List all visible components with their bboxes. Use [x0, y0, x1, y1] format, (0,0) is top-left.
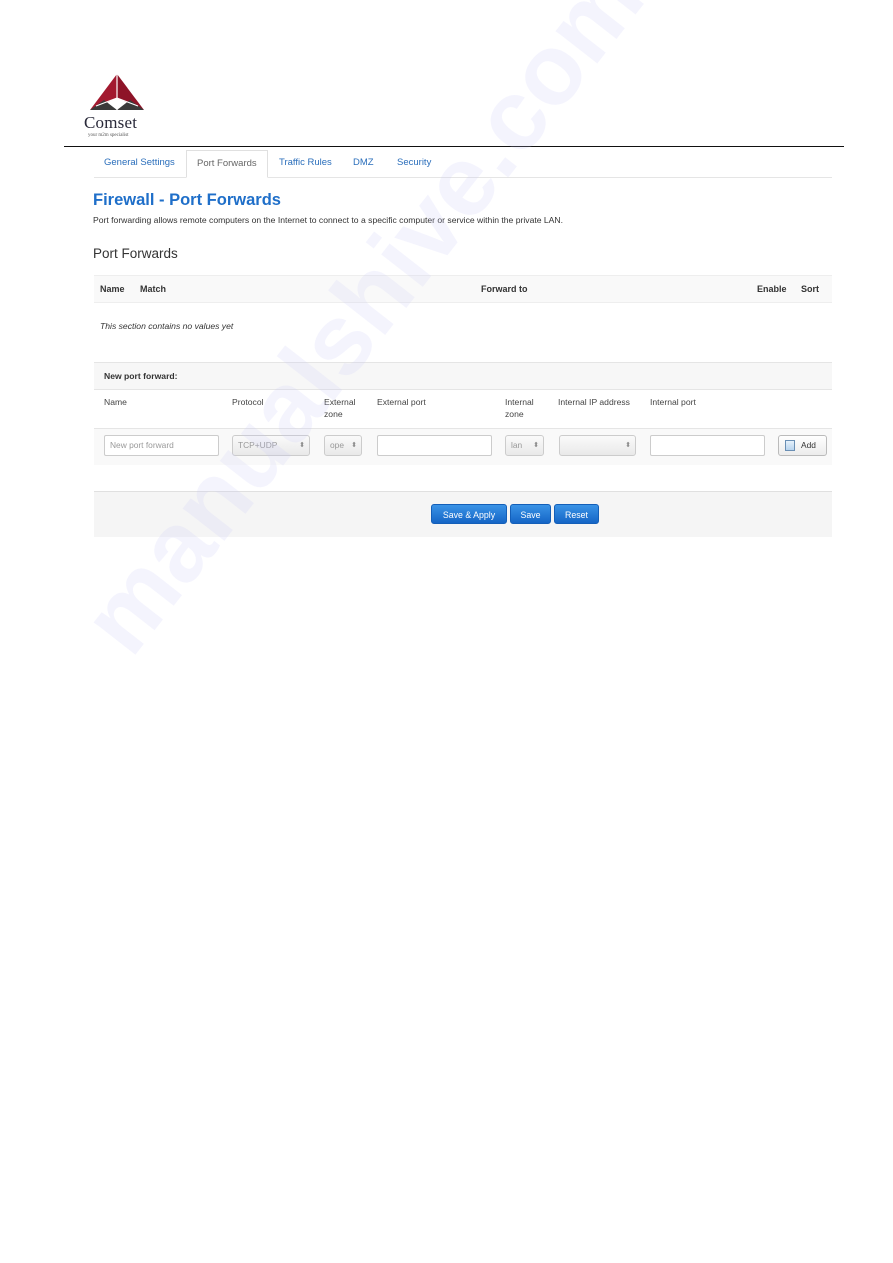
logo-triangle-icon — [90, 74, 144, 110]
column-enable: Enable — [757, 284, 787, 294]
external-port-input[interactable] — [377, 435, 492, 456]
page-title: Firewall - Port Forwards — [93, 191, 281, 209]
new-port-forward-header: New port forward: — [94, 362, 832, 390]
column-name: Name — [100, 284, 125, 294]
new-port-forward-section: New port forward: Name Protocol External… — [94, 362, 832, 465]
tab-port-forwards[interactable]: Port Forwards — [186, 150, 268, 178]
tab-traffic-rules[interactable]: Traffic Rules — [269, 150, 342, 177]
page-description: Port forwarding allows remote computers … — [93, 215, 564, 225]
new-port-forward-form-row: New port forward TCP+UDP ⬍ ope ⬍ lan ⬍ ⬍… — [94, 428, 832, 465]
label-external-zone-line2: zone — [324, 409, 343, 419]
label-internal-port: Internal port — [650, 397, 696, 407]
select-arrows-icon: ⬍ — [533, 442, 539, 449]
tab-dmz[interactable]: DMZ — [343, 150, 384, 177]
comset-logo: Comset your m2m specialist — [84, 72, 154, 142]
column-forward-to: Forward to — [481, 284, 528, 294]
internal-zone-select[interactable]: lan ⬍ — [505, 435, 544, 456]
label-external-zone-line1: External — [324, 397, 356, 407]
label-protocol: Protocol — [232, 397, 264, 407]
internal-zone-value: lan — [511, 440, 523, 450]
add-document-icon — [785, 440, 795, 451]
column-sort: Sort — [801, 284, 819, 294]
logo-name: Comset — [84, 113, 138, 132]
save-button[interactable]: Save — [510, 504, 551, 524]
label-external-zone: External zone — [324, 396, 356, 420]
label-internal-zone: Internal zone — [505, 396, 534, 420]
external-zone-select[interactable]: ope ⬍ — [324, 435, 362, 456]
label-name: Name — [104, 397, 127, 407]
select-arrows-icon: ⬍ — [299, 442, 305, 449]
tab-bar: General Settings Port Forwards Traffic R… — [94, 150, 832, 178]
label-internal-zone-line2: zone — [505, 409, 524, 419]
reset-button[interactable]: Reset — [554, 504, 599, 524]
action-bar: Save & Apply Save Reset — [94, 491, 832, 537]
protocol-select[interactable]: TCP+UDP ⬍ — [232, 435, 310, 456]
table-header: Name Match Forward to Enable Sort — [94, 275, 832, 303]
tab-security[interactable]: Security — [387, 150, 441, 177]
header-divider — [64, 146, 844, 147]
add-button-label: Add — [801, 440, 816, 450]
select-arrows-icon: ⬍ — [351, 442, 357, 449]
logo-tagline: your m2m specialist — [88, 133, 129, 138]
section-title: Port Forwards — [93, 246, 178, 261]
column-match: Match — [140, 284, 167, 294]
label-external-port: External port — [377, 397, 426, 407]
internal-port-input[interactable] — [650, 435, 765, 456]
add-button[interactable]: Add — [778, 435, 827, 456]
tab-general-settings[interactable]: General Settings — [94, 150, 185, 177]
protocol-value: TCP+UDP — [238, 440, 278, 450]
save-apply-button[interactable]: Save & Apply — [431, 504, 507, 524]
external-zone-value: ope — [330, 440, 344, 450]
new-port-forward-heading: New port forward: — [104, 371, 178, 381]
internal-ip-select[interactable]: ⬍ — [559, 435, 636, 456]
label-internal-zone-line1: Internal — [505, 397, 534, 407]
select-arrows-icon: ⬍ — [625, 442, 631, 449]
label-internal-ip: Internal IP address — [558, 397, 630, 407]
empty-table-message: This section contains no values yet — [100, 321, 234, 331]
name-input[interactable]: New port forward — [104, 435, 219, 456]
